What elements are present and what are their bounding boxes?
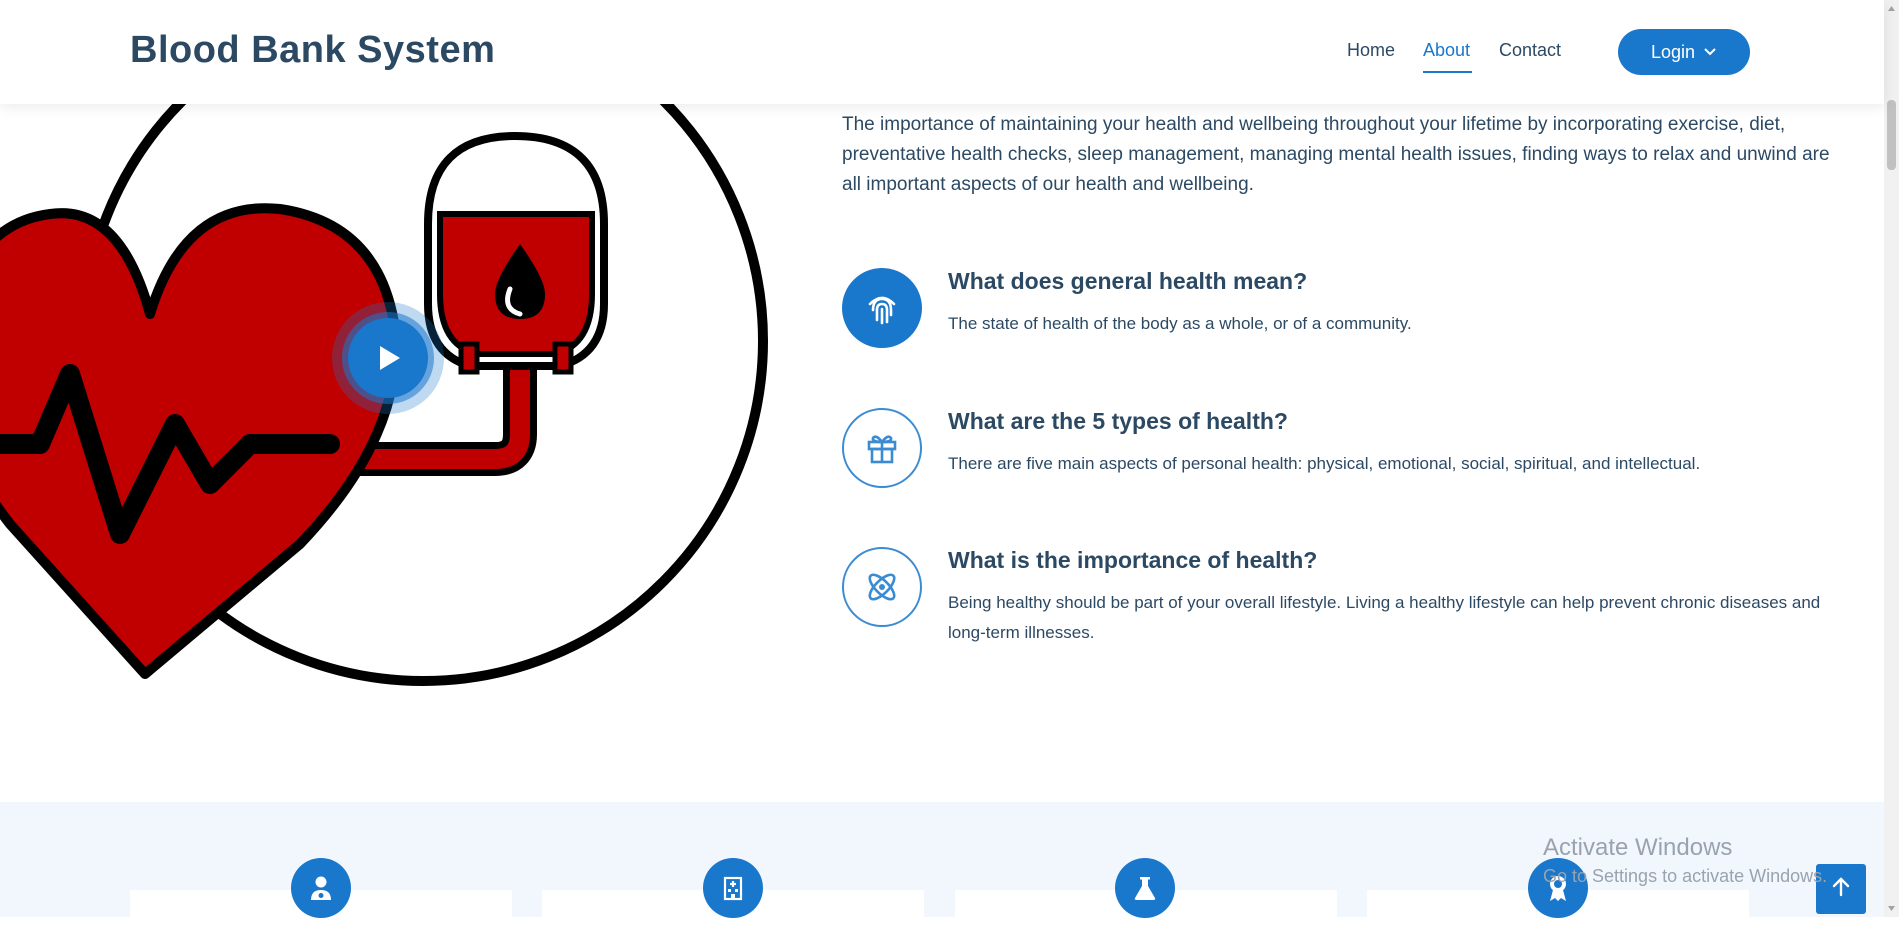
login-button[interactable]: Login <box>1618 29 1750 75</box>
feature-title: What is the importance of health? <box>948 547 1318 573</box>
activate-windows-subtitle: Go to Settings to activate Windows. <box>1543 866 1828 886</box>
atom-icon <box>842 547 922 627</box>
nav-about[interactable]: About <box>1423 40 1470 61</box>
scrollbar-thumb[interactable] <box>1887 100 1896 170</box>
play-video-button[interactable] <box>330 300 446 416</box>
scroll-up-arrow-icon[interactable] <box>1887 4 1896 14</box>
feature-description: Being healthy should be part of your ove… <box>948 593 1821 642</box>
login-label: Login <box>1650 41 1696 62</box>
gift-icon <box>842 408 922 488</box>
chevron-down-icon <box>1703 47 1717 57</box>
nav-active-indicator <box>1423 71 1472 73</box>
scroll-down-arrow-icon[interactable] <box>1887 903 1896 913</box>
site-header: Blood Bank System Home About Contact Log… <box>0 0 1884 104</box>
about-intro: The importance of maintaining your healt… <box>842 114 1830 195</box>
site-logo[interactable]: Blood Bank System <box>130 29 495 72</box>
feature-title: What does general health mean? <box>948 268 1308 294</box>
arrow-up-icon <box>1830 876 1852 903</box>
hospital-icon <box>703 858 763 918</box>
feature-description: The state of health of the body as a who… <box>948 314 1412 333</box>
nav-home[interactable]: Home <box>1347 40 1395 61</box>
doctor-icon <box>291 858 351 918</box>
feature-title: What are the 5 types of health? <box>948 408 1288 434</box>
fingerprint-icon <box>842 268 922 348</box>
activate-windows-title: Activate Windows <box>1543 834 1733 861</box>
feature-description: There are five main aspects of personal … <box>948 454 1701 473</box>
nav-contact[interactable]: Contact <box>1499 40 1561 61</box>
flask-icon <box>1115 858 1175 918</box>
